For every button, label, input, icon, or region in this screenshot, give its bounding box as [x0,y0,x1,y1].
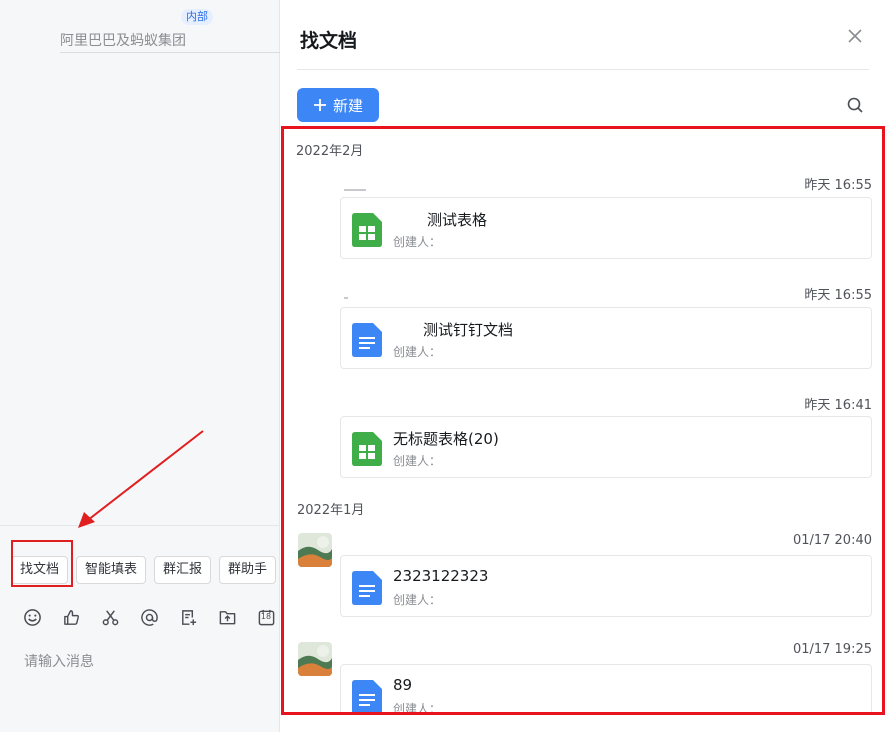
divider [297,69,869,70]
item-time: 昨天 16:41 [804,398,872,413]
doc-card[interactable]: 2323122323 创建人： [340,555,872,617]
document-icon [352,571,382,605]
composer-toolbar: 18 [22,607,276,627]
message-input[interactable]: 请输入消息 [24,651,94,671]
smart-form-button[interactable]: 智能填表 [76,556,147,584]
panel-title: 找文档 [300,30,358,52]
note-add-icon[interactable] [178,607,198,627]
find-doc-panel: 找文档 新建 2022年2月 昨天 16:55 测试表格 创建人： 昨天 16:… [280,0,888,732]
sender-name [344,297,348,299]
doc-title: 测试表格 [427,211,488,229]
doc-title: 89 [393,676,413,694]
sheet-icon [352,213,382,247]
item-time: 01/17 20:40 [792,533,872,548]
doc-creator: 创建人： [393,235,442,249]
new-button-label: 新建 [332,96,363,115]
item-time: 01/17 19:25 [792,642,872,657]
doc-card[interactable]: 测试表格 创建人： [340,197,872,259]
doc-creator: 创建人： [393,702,442,715]
sheet-icon [352,432,382,466]
highlight-box [11,540,73,587]
doc-card[interactable]: 测试钉钉文档 创建人： [340,307,872,369]
org-name: 阿里巴巴及蚂蚁集团 [60,33,186,49]
doc-card[interactable]: 89 创建人： [340,664,872,715]
month-header: 2022年2月 [296,144,364,159]
divider [0,525,280,526]
thumbs-up-icon[interactable] [61,607,81,627]
group-report-button[interactable]: 群汇报 [154,556,212,584]
doc-creator: 创建人： [393,593,442,607]
item-time: 昨天 16:55 [804,288,872,303]
item-time: 昨天 16:55 [804,178,872,193]
plus-icon [313,99,326,111]
doc-creator: 创建人： [393,345,442,359]
new-button[interactable]: 新建 [297,88,379,122]
doc-title: 无标题表格(20) [393,430,499,448]
divider [60,52,280,53]
close-icon[interactable] [846,27,864,45]
scissors-icon[interactable] [100,607,120,627]
chat-pane: 内部 阿里巴巴及蚂蚁集团 找文档 智能填表 群汇报 群助手 18 请输入消息 [0,0,280,732]
internal-badge: 内部 [181,9,213,25]
emoji-icon[interactable] [22,607,42,627]
avatar[interactable] [298,533,332,567]
document-icon [352,323,382,357]
calendar-icon[interactable]: 18 [256,607,276,627]
group-assistant-button[interactable]: 群助手 [219,556,277,584]
doc-list: 2022年2月 昨天 16:55 测试表格 创建人： 昨天 16:55 测试钉钉… [281,126,885,715]
doc-card[interactable]: 无标题表格(20) 创建人： [340,416,872,478]
month-header: 2022年1月 [297,503,365,518]
document-icon [352,680,382,712]
doc-creator: 创建人： [393,454,442,468]
doc-title: 2323122323 [393,567,489,585]
avatar[interactable] [298,642,332,676]
folder-upload-icon[interactable] [217,607,237,627]
at-icon[interactable] [139,607,159,627]
search-icon[interactable] [846,96,864,114]
doc-title: 测试钉钉文档 [423,321,514,339]
sender-name [344,189,366,191]
calendar-day: 18 [260,612,272,621]
